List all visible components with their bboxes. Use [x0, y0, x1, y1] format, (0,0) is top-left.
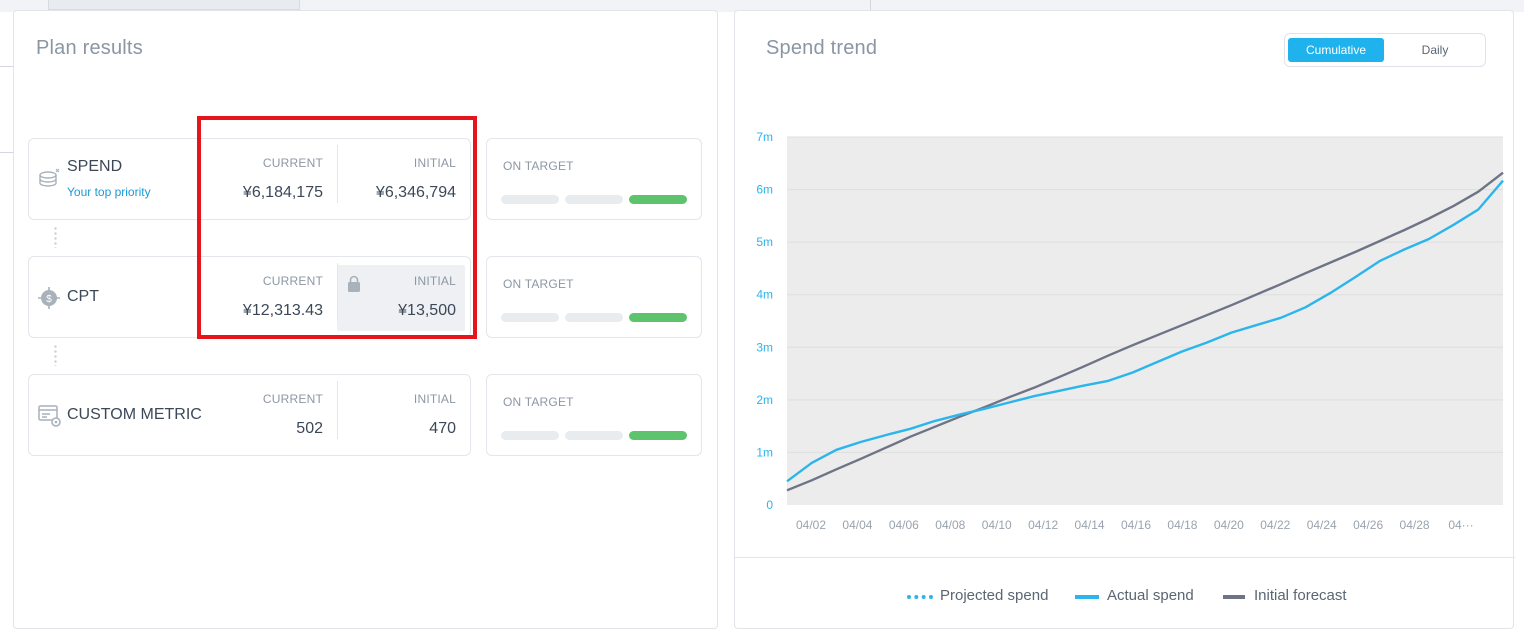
initial-value[interactable]: ¥6,346,794 [349, 184, 456, 202]
y-tick-label: 3m [756, 340, 773, 354]
plot-area [787, 137, 1503, 505]
x-tick-label: 04/06 [889, 518, 919, 532]
current-label: CURRENT [262, 274, 323, 288]
metric-connector [54, 344, 57, 366]
view-toggle: Cumulative Daily [1284, 33, 1486, 67]
target-card-custom-metric: ON TARGET [486, 374, 702, 456]
metric-name-spend: SPEND [67, 158, 123, 175]
status-bar-segment-active [629, 313, 687, 322]
initial-label: INITIAL [413, 156, 456, 170]
status-bar-segment-active [629, 195, 687, 204]
toggle-cumulative-button[interactable]: Cumulative [1288, 38, 1384, 62]
status-bar-segment [501, 431, 559, 440]
x-tick-label: 04/08 [935, 518, 965, 532]
current-value: ¥12,313.43 [242, 302, 323, 319]
legend-initial-forecast[interactable]: Initial forecast [1254, 587, 1347, 604]
svg-text:$: $ [46, 294, 52, 305]
metric-card-custom-metric[interactable]: CUSTOM METRIC CURRENT 502 INITIAL 470 [28, 374, 471, 456]
spend-trend-title: Spend trend [766, 37, 878, 59]
custom-metric-icon [38, 405, 61, 427]
chart-legend: Projected spend Actual spend Initial for… [735, 577, 1515, 617]
x-tick-label: 04/26 [1353, 518, 1383, 532]
plan-results-panel: Plan results SPEND Your top priority CUR… [13, 10, 718, 629]
background-edge-line [0, 152, 13, 153]
toggle-daily-button[interactable]: Daily [1387, 38, 1483, 62]
y-tick-label: 0 [766, 498, 773, 512]
metric-card-spend[interactable]: SPEND Your top priority CURRENT ¥6,184,1… [28, 138, 471, 220]
column-divider [337, 263, 338, 321]
initial-value: ¥13,500 [398, 302, 456, 319]
y-tick-label: 6m [756, 183, 773, 197]
current-value: ¥6,184,175 [242, 184, 323, 201]
x-tick-label: 04/24 [1307, 518, 1337, 532]
y-tick-label: 1m [756, 445, 773, 459]
status-bar-segment-active [629, 431, 687, 440]
plan-results-title: Plan results [36, 37, 143, 59]
spend-trend-chart: 0 1m 2m 3m 4m 5m 6m 7m 04/02 04/04 04/06 04/08 04/10… [756, 130, 1504, 532]
target-card-cpt: ON TARGET [486, 256, 702, 338]
x-tick-label: 04/22 [1260, 518, 1290, 532]
x-tick-label: 04/12 [1028, 518, 1058, 532]
legend-actual-spend[interactable]: Actual spend [1107, 587, 1194, 604]
y-tick-label: 2m [756, 393, 773, 407]
y-tick-label: 5m [756, 235, 773, 249]
initial-label: INITIAL [413, 274, 456, 288]
coins-icon [39, 168, 60, 187]
x-tick-label: 04/20 [1214, 518, 1244, 532]
legend-swatch-actual [1075, 595, 1099, 599]
status-bar-segment [565, 195, 623, 204]
legend-swatch-projected [907, 595, 933, 599]
current-label: CURRENT [262, 392, 323, 406]
background-edge-line [0, 66, 13, 67]
metric-card-cpt[interactable]: $ CPT CURRENT ¥12,313.43 INITIAL ¥13,500 [28, 256, 471, 338]
target-card-spend: ON TARGET [486, 138, 702, 220]
column-divider [337, 381, 338, 439]
status-bar-segment [501, 313, 559, 322]
status-bar-segment [501, 195, 559, 204]
x-tick-label: 04/14 [1075, 518, 1105, 532]
status-label: ON TARGET [503, 395, 574, 409]
spend-trend-panel: Spend trend Cumulative Daily 0 1m 2m 3m 4m 5m… [734, 10, 1515, 629]
x-tick-label: 04/28 [1400, 518, 1430, 532]
x-tick-label: 04/10 [982, 518, 1012, 532]
status-bar-segment [565, 313, 623, 322]
current-value: 502 [296, 420, 323, 437]
initial-value[interactable]: 470 [349, 420, 456, 438]
y-tick-label: 4m [756, 288, 773, 302]
metric-name-custom: CUSTOM METRIC [67, 406, 202, 423]
x-tick-label: 04/18 [1167, 518, 1197, 532]
cost-target-icon: $ [38, 287, 60, 309]
status-label: ON TARGET [503, 159, 574, 173]
lock-icon [348, 275, 360, 292]
metric-priority-link[interactable]: Your top priority [67, 185, 151, 199]
x-tick-label: 04/16 [1121, 518, 1151, 532]
status-bar-segment [565, 431, 623, 440]
initial-label: INITIAL [413, 392, 456, 406]
column-divider [337, 145, 338, 203]
x-tick-label: 04/02 [796, 518, 826, 532]
legend-projected-spend[interactable]: Projected spend [940, 587, 1048, 604]
legend-swatch-forecast [1223, 595, 1245, 599]
legend-divider [735, 557, 1515, 558]
x-tick-label: 04/04 [842, 518, 872, 532]
status-label: ON TARGET [503, 277, 574, 291]
y-tick-label: 7m [756, 130, 773, 144]
metric-connector [54, 226, 57, 248]
current-label: CURRENT [262, 156, 323, 170]
background-tab [48, 0, 300, 10]
metric-name-cpt: CPT [67, 288, 99, 305]
x-tick-label: 04··· [1448, 518, 1473, 532]
